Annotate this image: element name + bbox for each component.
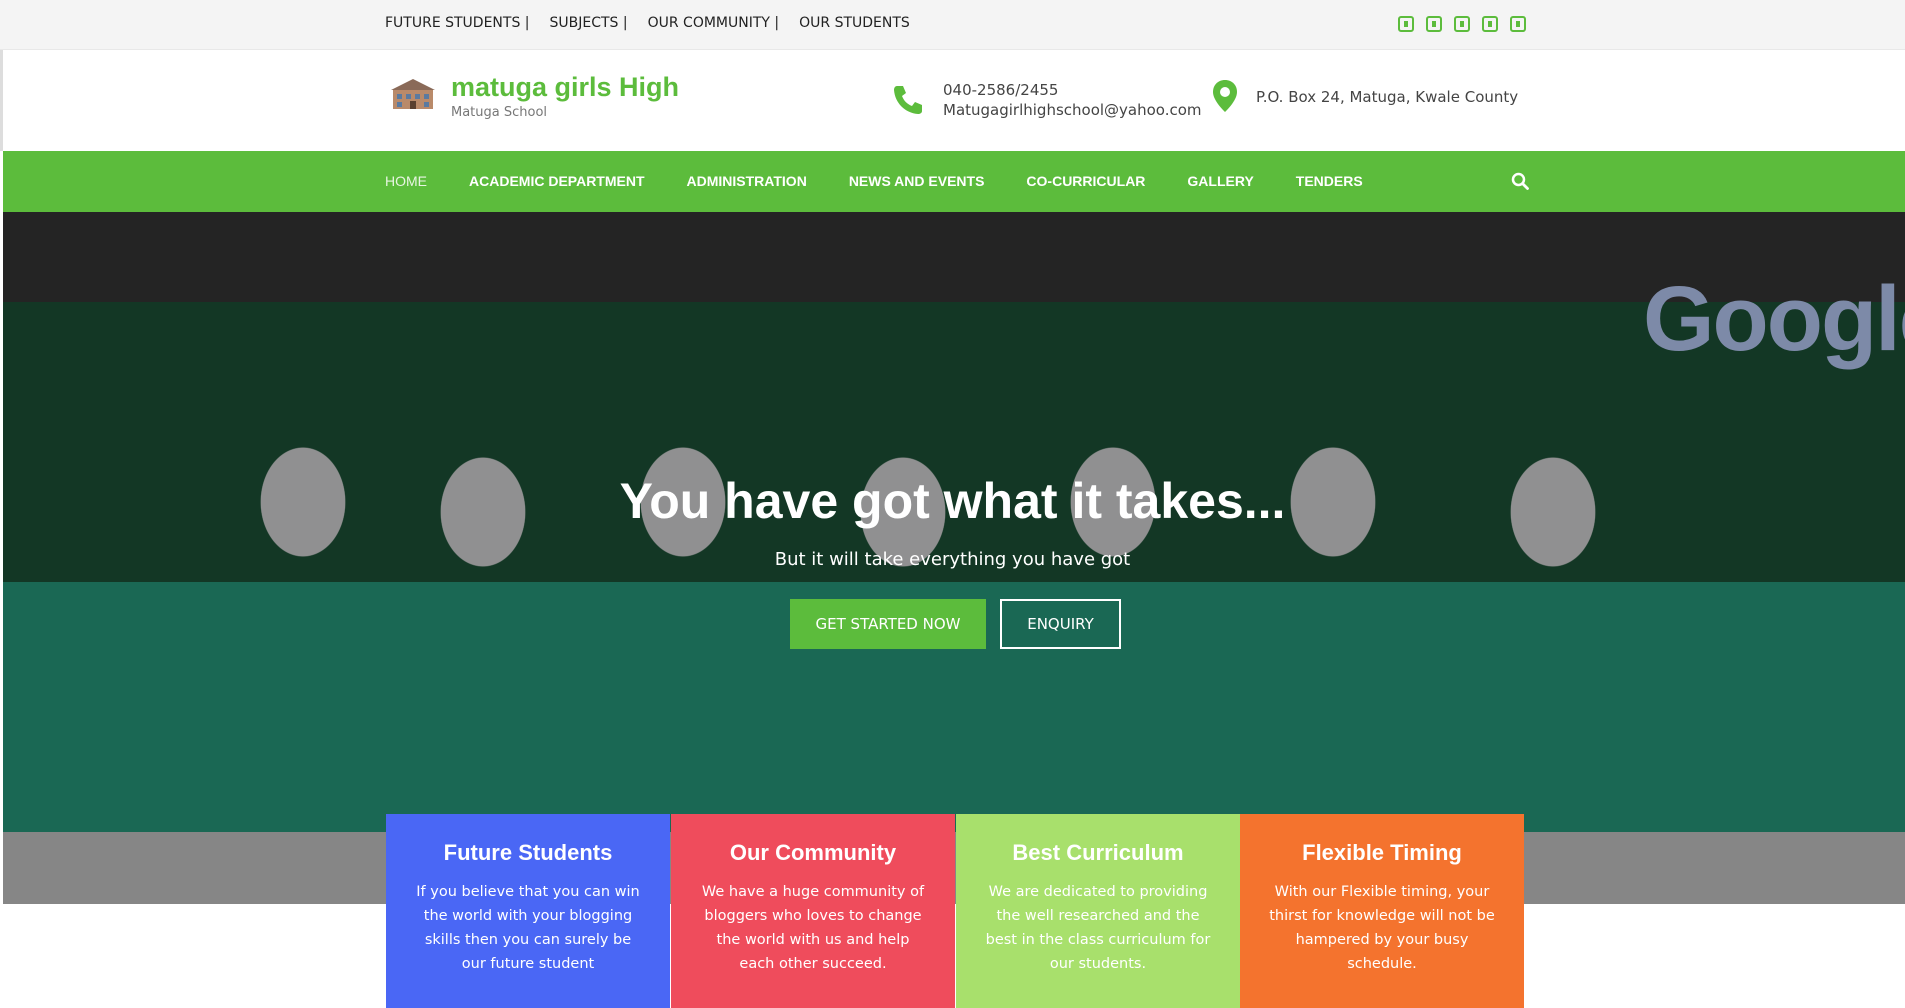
top-links: FUTURE STUDENTS | SUBJECTS | OUR COMMUNI… xyxy=(385,15,930,31)
hero-title: You have got what it takes... xyxy=(619,473,1286,529)
card-title: Future Students xyxy=(443,840,613,865)
page: FUTURE STUDENTS | SUBJECTS | OUR COMMUNI… xyxy=(0,0,1905,1008)
nav-item-home[interactable]: HOME xyxy=(385,173,427,189)
instagram-icon[interactable] xyxy=(1482,16,1498,32)
card-best-curriculum[interactable]: Best Curriculum We are dedicated to prov… xyxy=(956,814,1240,1008)
card-our-community[interactable]: Our Community We have a huge community o… xyxy=(671,814,955,1008)
linkedin-icon[interactable] xyxy=(1454,16,1470,32)
top-link-our-community[interactable]: OUR COMMUNITY | xyxy=(648,15,780,31)
card-flexible-timing[interactable]: Flexible Timing With our Flexible timing… xyxy=(1240,814,1524,1008)
nav-item-administration[interactable]: ADMINISTRATION xyxy=(687,173,807,189)
phone-icon xyxy=(894,86,922,114)
location-pin-icon xyxy=(1213,80,1237,112)
card-title: Best Curriculum xyxy=(1012,840,1184,865)
contact-info: 040-2586/2455 Matugagirlhighschool@yahoo… xyxy=(943,80,1202,120)
nav-items: HOME ACADEMIC DEPARTMENT ADMINISTRATION … xyxy=(385,173,1405,189)
nav-item-tenders[interactable]: TENDERS xyxy=(1296,173,1363,189)
card-text: We are dedicated to providing the well r… xyxy=(985,884,1211,972)
card-text: We have a huge community of bloggers who… xyxy=(701,884,925,972)
nav-item-news-and-events[interactable]: NEWS AND EVENTS xyxy=(849,173,985,189)
top-link-future-students[interactable]: FUTURE STUDENTS | xyxy=(385,15,530,31)
hero-subtitle: But it will take everything you have got xyxy=(774,549,1131,570)
postal-address: P.O. Box 24, Matuga, Kwale County xyxy=(1256,88,1519,106)
phone-number[interactable]: 040-2586/2455 xyxy=(943,80,1202,100)
get-started-button[interactable]: GET STARTED NOW xyxy=(790,599,986,649)
card-text: If you believe that you can win the worl… xyxy=(416,884,640,972)
card-title: Flexible Timing xyxy=(1302,840,1462,865)
card-title: Our Community xyxy=(729,840,897,865)
site-subtitle: Matuga School xyxy=(451,105,548,120)
main-nav: HOME ACADEMIC DEPARTMENT ADMINISTRATION … xyxy=(3,151,1905,212)
site-header: matuga girls High Matuga School 040-2586… xyxy=(0,50,1905,151)
nav-item-academic-department[interactable]: ACADEMIC DEPARTMENT xyxy=(469,173,645,189)
enquiry-button[interactable]: ENQUIRY xyxy=(1000,599,1121,649)
card-future-students[interactable]: Future Students If you believe that you … xyxy=(386,814,670,1008)
nav-item-gallery[interactable]: GALLERY xyxy=(1187,173,1253,189)
twitter-icon[interactable] xyxy=(1426,16,1442,32)
school-building-logo[interactable] xyxy=(391,77,435,113)
hero-background-logo-text: Google xyxy=(1643,268,1905,370)
card-text: With our Flexible timing, your thirst fo… xyxy=(1269,884,1495,972)
youtube-icon[interactable] xyxy=(1510,16,1526,32)
top-link-our-students[interactable]: OUR STUDENTS xyxy=(799,15,910,31)
top-bar: FUTURE STUDENTS | SUBJECTS | OUR COMMUNI… xyxy=(0,0,1905,50)
email-address[interactable]: Matugagirlhighschool@yahoo.com xyxy=(943,100,1202,120)
social-links xyxy=(1398,16,1526,32)
site-title[interactable]: matuga girls High xyxy=(451,72,679,103)
facebook-icon[interactable] xyxy=(1398,16,1414,32)
nav-item-co-curricular[interactable]: CO-CURRICULAR xyxy=(1026,173,1145,189)
top-link-subjects[interactable]: SUBJECTS | xyxy=(550,15,628,31)
search-icon[interactable] xyxy=(1511,172,1529,190)
